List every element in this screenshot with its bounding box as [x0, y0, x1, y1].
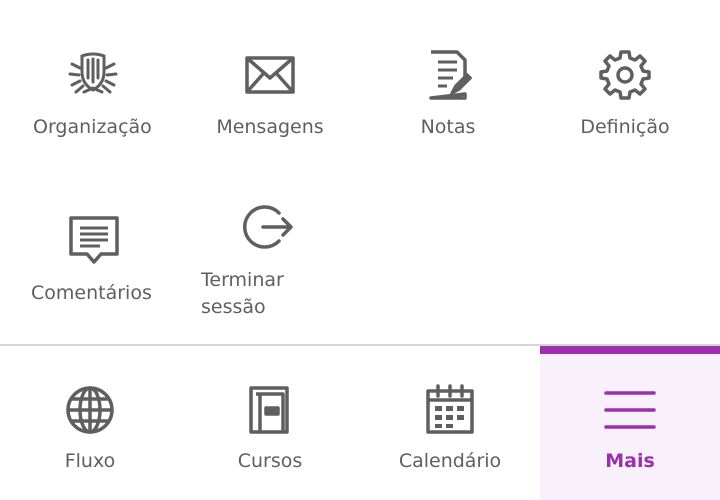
more-menu-grid: Organização Mensagens Notas Definição Co…: [0, 0, 720, 344]
active-tab-indicator: [540, 346, 720, 354]
menu-item-label: Comentários: [31, 282, 152, 304]
calendar-icon: [360, 384, 540, 436]
menu-item-label: Definição: [580, 116, 670, 138]
logout-icon: [180, 200, 360, 254]
menu-item-label: Notas: [420, 116, 476, 138]
menu-item-logout[interactable]: Terminar sessão: [180, 152, 360, 322]
tab-courses[interactable]: Cursos: [180, 346, 360, 500]
bottom-tab-bar: Fluxo Cursos Calendário Mais: [0, 346, 720, 500]
tab-stream[interactable]: Fluxo: [0, 346, 180, 500]
menu-item-feedback[interactable]: Comentários: [4, 166, 184, 336]
comment-icon: [4, 214, 184, 268]
hamburger-menu-icon: [540, 384, 720, 436]
globe-icon: [0, 384, 180, 436]
menu-item-organization[interactable]: Organização: [3, 0, 183, 170]
notes-document-icon: [358, 48, 538, 102]
menu-item-settings[interactable]: Definição: [535, 0, 715, 170]
tab-label: Fluxo: [64, 450, 116, 472]
envelope-icon: [180, 48, 360, 102]
menu-item-label: Mensagens: [216, 116, 324, 138]
menu-item-grades[interactable]: Notas: [358, 0, 538, 170]
organization-crest-icon: [3, 48, 183, 102]
gear-icon: [535, 48, 715, 102]
menu-item-messages[interactable]: Mensagens: [180, 0, 360, 170]
tab-more[interactable]: Mais: [540, 346, 720, 500]
tab-label: Cursos: [237, 450, 303, 472]
tab-calendar[interactable]: Calendário: [360, 346, 540, 500]
tab-label: Mais: [605, 450, 655, 472]
menu-item-label: Organização: [33, 116, 152, 138]
menu-item-label: Terminar sessão: [201, 269, 284, 318]
tab-label: Calendário: [398, 450, 502, 472]
book-icon: [180, 384, 360, 436]
